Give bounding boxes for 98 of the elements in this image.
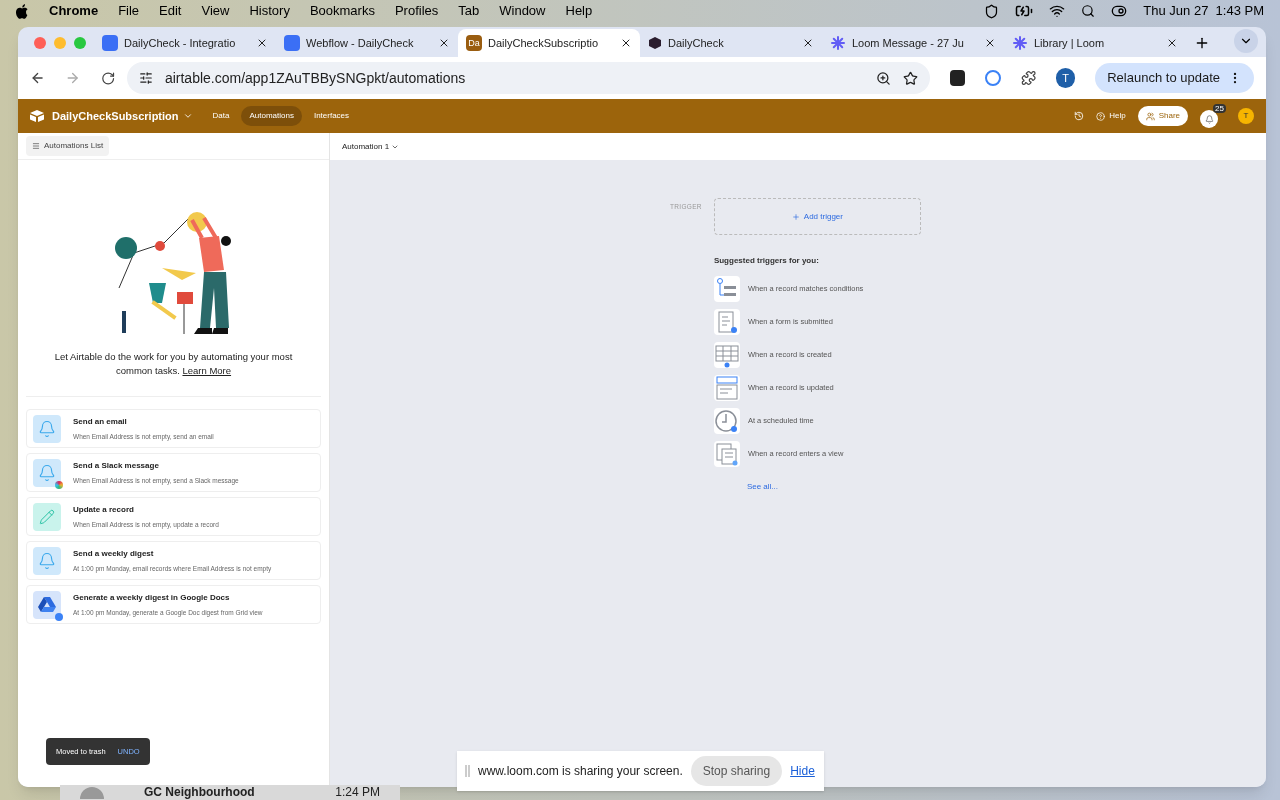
bell-icon: [33, 458, 61, 487]
nav-tab[interactable]: Data: [204, 106, 238, 126]
app-menu[interactable]: Chrome: [49, 1, 99, 21]
site-info-icon[interactable]: [138, 71, 153, 85]
people-icon: [1145, 111, 1155, 121]
table-icon: [713, 342, 740, 368]
template-title: Send an email: [73, 415, 128, 428]
menu-icon: [32, 142, 40, 150]
menu-item[interactable]: History: [249, 1, 290, 21]
learn-more-link[interactable]: Learn More: [182, 365, 232, 376]
browser-tab[interactable]: DailyCheck: [640, 29, 822, 57]
favicon-icon: Da: [466, 35, 482, 51]
chevron-down-icon: [182, 111, 193, 121]
browser-tab[interactable]: Loom Message - 27 Ju: [822, 29, 1004, 57]
help-icon: [1096, 111, 1106, 121]
triangle-logo-icon: [33, 590, 61, 619]
tab-title: Library | Loom: [1034, 35, 1105, 51]
menubar-clock[interactable]: Thu Jun 27 1:43 PM: [1143, 1, 1264, 21]
tab-search-button[interactable]: [1234, 29, 1258, 53]
notifications-button[interactable]: [1200, 110, 1218, 128]
profile-avatar[interactable]: T: [1056, 68, 1076, 88]
tab-title: DailyCheck: [668, 35, 724, 51]
extension-icon[interactable]: [950, 70, 966, 86]
history-icon[interactable]: [1074, 111, 1085, 121]
browser-tab[interactable]: Webflow - DailyCheck: [276, 29, 458, 57]
control-center-icon[interactable]: [1111, 3, 1128, 19]
help-link[interactable]: Help: [1096, 110, 1126, 122]
avatar-icon: [80, 786, 104, 799]
tab-title: DailyCheck - Integratio: [124, 35, 236, 51]
search-icon[interactable]: [1081, 4, 1096, 18]
tab-title: Loom Message - 27 Ju: [852, 35, 964, 51]
menu-item[interactable]: Window: [499, 1, 546, 21]
add-trigger-button[interactable]: Add trigger: [713, 198, 921, 235]
intro-text: Let Airtable do the work for you by automating your most common tasks. Learn More: [53, 350, 294, 378]
close-tab-icon[interactable]: [256, 37, 268, 49]
address-bar[interactable]: airtable.com/app1ZAuTBBySNGpkt/automations: [126, 62, 931, 94]
list-view-icon: [713, 441, 740, 467]
starburst-icon: [830, 35, 846, 51]
apple-logo-icon[interactable]: [16, 3, 29, 19]
notification-count: 25: [1213, 104, 1226, 113]
template-title: Send a weekly digest: [73, 547, 155, 560]
tab-title: Webflow - DailyCheck: [306, 35, 414, 51]
drag-handle-icon[interactable]: [465, 765, 470, 777]
menu-item[interactable]: Edit: [159, 1, 182, 21]
close-tab-icon[interactable]: [1166, 37, 1178, 49]
automation-name-dropdown[interactable]: Automation 1: [342, 140, 400, 153]
box-logo-icon: [30, 110, 44, 122]
menu-item[interactable]: Help: [565, 1, 593, 21]
browser-tab[interactable]: DailyCheck - Integratio: [94, 29, 276, 57]
wifi-icon[interactable]: [1049, 3, 1066, 19]
bookmark-star-icon[interactable]: [903, 70, 919, 86]
browser-tab[interactable]: Library | Loom: [1004, 29, 1186, 57]
chat-time: 1:24 PM: [335, 786, 380, 799]
template-title: Send a Slack message: [73, 459, 160, 472]
reload-icon[interactable]: [100, 70, 115, 86]
flowchart-icon: [713, 276, 740, 302]
stop-sharing-button[interactable]: Stop sharing: [690, 756, 783, 786]
starburst-icon: [1012, 35, 1028, 51]
menu-item[interactable]: Tab: [458, 1, 480, 21]
pencil-icon: [33, 502, 61, 531]
menu-item[interactable]: File: [118, 1, 140, 21]
menu-item[interactable]: Bookmarks: [309, 1, 375, 21]
menu-item[interactable]: View: [201, 1, 230, 21]
clock-icon: [713, 408, 740, 434]
nav-tab[interactable]: Interfaces: [305, 106, 358, 126]
share-button[interactable]: Share: [1137, 106, 1188, 126]
form-icon: [713, 309, 740, 335]
new-tab-icon[interactable]: [1194, 35, 1210, 51]
bell-icon: [33, 414, 61, 443]
close-tab-icon[interactable]: [802, 37, 814, 49]
cube-icon: [648, 36, 662, 50]
hide-link[interactable]: Hide: [790, 762, 815, 780]
see-all-link[interactable]: See all...: [746, 481, 921, 493]
relaunch-button[interactable]: Relaunch to update: [1095, 63, 1254, 93]
zoom-icon[interactable]: [876, 70, 892, 86]
nav-tab[interactable]: Automations: [241, 106, 302, 126]
template-title: Generate a weekly digest in Google Docs: [73, 591, 231, 604]
close-tab-icon[interactable]: [984, 37, 996, 49]
template-title: Update a record: [73, 503, 135, 516]
browser-tab[interactable]: Da DailyCheckSubscriptio: [458, 29, 640, 57]
tab-title: DailyCheckSubscriptio: [488, 35, 599, 51]
automations-list-button[interactable]: Automations List: [26, 136, 110, 156]
plus-icon: [791, 212, 800, 221]
close-tab-icon[interactable]: [620, 37, 632, 49]
url-text: airtable.com/app1ZAuTBBySNGpkt/automations: [164, 68, 466, 88]
menu-item[interactable]: Profiles: [394, 1, 439, 21]
close-tab-icon[interactable]: [438, 37, 450, 49]
chat-title: GC Neighbourhood: [144, 786, 255, 799]
sharing-message: www.loom.com is sharing your screen.: [478, 763, 683, 780]
record-icon: [713, 375, 740, 401]
back-icon[interactable]: [30, 70, 46, 86]
user-avatar[interactable]: T: [1238, 108, 1254, 124]
bell-icon: [33, 546, 61, 575]
shield-icon[interactable]: [984, 3, 1000, 19]
base-name[interactable]: DailyCheckSubscription: [52, 107, 193, 125]
suggested-heading: Suggested triggers for you:: [713, 255, 820, 267]
bell-icon: [1204, 114, 1214, 124]
extensions-icon[interactable]: [1020, 70, 1037, 86]
